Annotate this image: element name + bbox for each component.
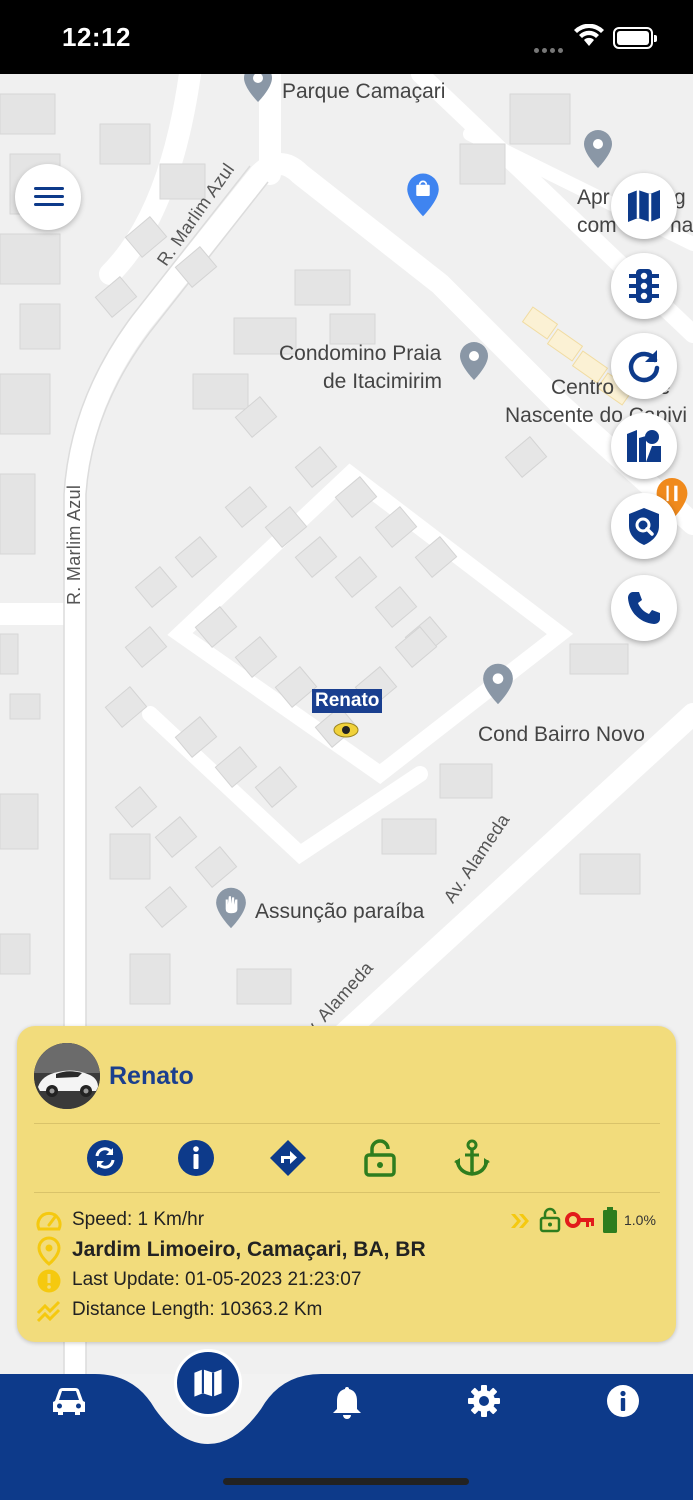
location-pin-icon (37, 1236, 61, 1266)
place-label-condomino-1: Condomino Praia (279, 342, 442, 365)
distance-icon (36, 1300, 61, 1323)
map-pin-icon[interactable] (481, 662, 515, 708)
nav-notifications[interactable] (331, 1385, 363, 1424)
place-label-condomino-2: de Itacimirim (323, 370, 443, 393)
place-label-bairro: Cond Bairro Novo (478, 723, 645, 746)
key-icon (565, 1212, 594, 1228)
place-label-apr-2: com (577, 214, 617, 237)
clock-alert-icon (37, 1269, 61, 1293)
place-label-centro-1: Centro (551, 376, 615, 399)
info-icon[interactable] (176, 1138, 216, 1178)
battery-icon (613, 27, 657, 49)
place-label-assuncao: Assunção paraíba (255, 900, 425, 923)
unlock-icon (539, 1207, 561, 1233)
phone-icon (628, 592, 660, 624)
shopping-pin-icon[interactable] (405, 172, 441, 220)
vehicle-marker-icon[interactable] (333, 722, 359, 738)
car-photo (34, 1043, 100, 1109)
double-chevron-icon (511, 1214, 529, 1228)
street-label-marlim-2: R. Marlim Azul (64, 484, 84, 605)
nav-settings[interactable] (467, 1384, 501, 1423)
security-search-button[interactable] (611, 493, 677, 559)
place-label-apr-1: Apr (577, 186, 610, 209)
status-time: 12:12 (62, 22, 131, 52)
distance-text: Distance Length: 10363.2 Km (72, 1299, 323, 1320)
refresh-button[interactable] (611, 333, 677, 399)
nav-info[interactable] (606, 1384, 640, 1423)
traffic-button[interactable] (611, 253, 677, 319)
sync-icon[interactable] (85, 1138, 125, 1178)
vehicle-marker-label[interactable]: Renato (312, 689, 383, 713)
map-pin-icon[interactable] (458, 340, 490, 384)
directions-icon[interactable] (268, 1138, 308, 1178)
place-label-parque: Parque Camaçari (282, 80, 446, 103)
hand-pin-icon[interactable] (214, 886, 248, 932)
home-indicator (223, 1478, 469, 1485)
nav-vehicles[interactable] (51, 1385, 87, 1422)
divider (34, 1192, 660, 1193)
wifi-icon (574, 24, 604, 46)
traffic-light-icon (629, 269, 659, 303)
geofence-button[interactable] (611, 413, 677, 479)
status-bar: 12:12 (0, 0, 693, 74)
info-icon (607, 1385, 639, 1417)
speedometer-icon (36, 1211, 62, 1231)
divider (34, 1123, 660, 1124)
vehicle-avatar[interactable] (34, 1043, 100, 1109)
battery-icon (603, 1207, 617, 1233)
battery-percent: 1.0% (624, 1212, 656, 1228)
car-icon (53, 1388, 85, 1415)
map-layers-icon (628, 190, 660, 222)
menu-button[interactable] (15, 164, 81, 230)
geofence-icon (627, 430, 661, 462)
cellular-signal-icon (534, 40, 566, 58)
vehicle-name: Renato (109, 1062, 194, 1090)
unlock-icon[interactable] (360, 1138, 400, 1178)
map-pin-icon[interactable] (242, 74, 274, 104)
map-layers-button[interactable] (611, 173, 677, 239)
hamburger-icon (34, 187, 64, 190)
last-update-text: Last Update: 01-05-2023 21:23:07 (72, 1269, 362, 1290)
anchor-icon[interactable] (452, 1138, 492, 1178)
bell-icon (333, 1387, 361, 1419)
call-button[interactable] (611, 575, 677, 641)
map-pin-icon[interactable] (582, 128, 614, 172)
security-search-icon (629, 508, 659, 545)
speed-text: Speed: 1 Km/hr (72, 1209, 205, 1230)
nav-map[interactable] (174, 1349, 242, 1417)
map-icon (194, 1369, 222, 1397)
refresh-icon (628, 350, 660, 383)
gear-icon (468, 1385, 500, 1417)
vehicle-info-card[interactable]: Renato Speed: 1 Km/hr 1.0% Jardim Limoei… (17, 1026, 676, 1342)
address-text: Jardim Limoeiro, Camaçari, BA, BR (72, 1238, 426, 1261)
